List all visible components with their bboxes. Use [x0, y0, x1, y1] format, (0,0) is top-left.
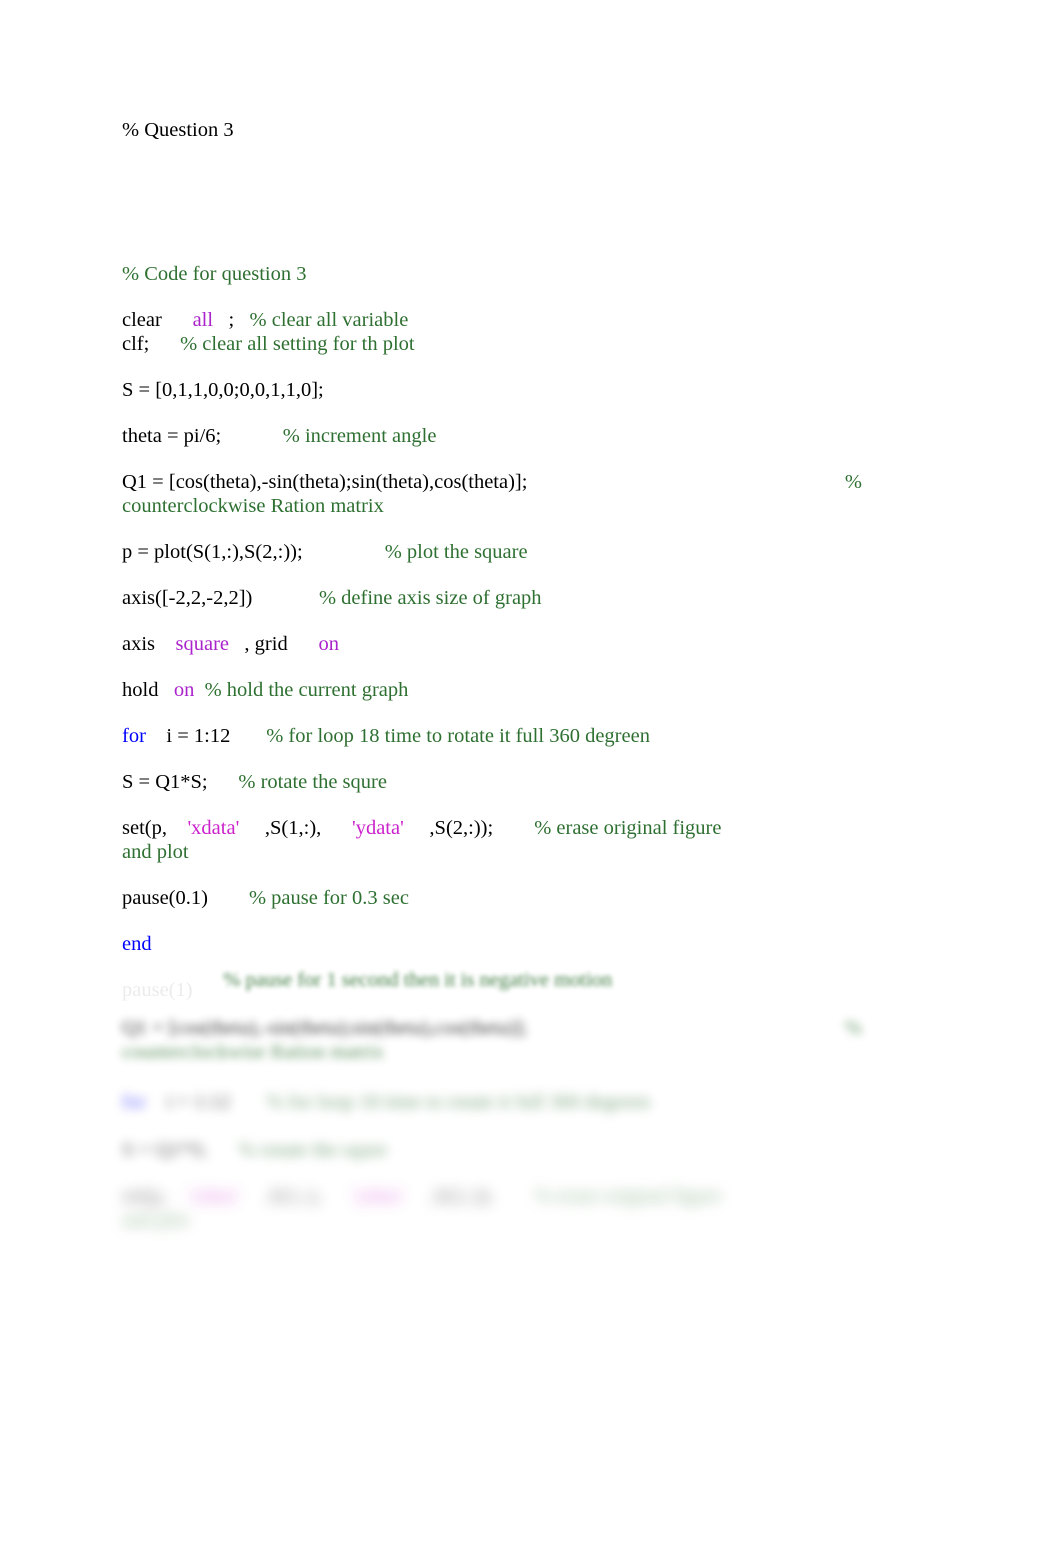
blurred-rotate-body: S = Q1*S; % rotate the squre: [122, 1138, 862, 1162]
rotate-line: S = Q1*S; % rotate the squre: [122, 770, 862, 794]
blurred-set-mid2-code: ,S(2,:));: [429, 1185, 494, 1207]
blurred-set-xdata-string: 'xdata': [187, 1185, 240, 1207]
hold-comment: % hold the current graph: [204, 679, 409, 701]
end-line: end: [122, 932, 862, 956]
question-title: % Question 3: [122, 118, 862, 142]
blurred-set-region: set(p, 'xdata' ,S(1,:), 'ydata' ,S(2,:))…: [0, 1184, 1062, 1246]
blurred-set-open-code: set(p,: [122, 1185, 167, 1207]
clf-comment: % clear all setting for th plot: [180, 333, 415, 355]
set-mid1-code: ,S(1,:),: [264, 817, 322, 839]
blurred-for-range-code: i = 1:12: [166, 1091, 231, 1113]
set-xdata-string: 'xdata': [187, 817, 240, 839]
plot-comment: % plot the square: [384, 541, 528, 563]
document-body: % Question 3 % Code for question 3 clear…: [122, 118, 862, 1024]
theta-code: theta = pi/6;: [122, 425, 222, 447]
rotate-comment: % rotate the squre: [238, 771, 387, 793]
clf-keyword: clf;: [122, 333, 150, 355]
pause-line: pause(0.1) % pause for 0.3 sec: [122, 886, 862, 910]
axis-keyword: axis: [122, 633, 156, 655]
for-line: for i = 1:12 % for loop 18 time to rotat…: [122, 724, 862, 748]
q1-line: % Q1 = [cos(theta),-sin(theta);sin(theta)…: [122, 470, 862, 518]
set-line: set(p, 'xdata' ,S(1,:), 'ydata' ,S(2,:))…: [122, 816, 862, 864]
title-spacer: [122, 164, 862, 262]
q1-comment-wrap: counterclockwise Ration matrix: [122, 495, 384, 517]
theta-line: theta = pi/6; % increment angle: [122, 424, 862, 448]
for-keyword: for: [122, 725, 146, 747]
q1-percent: %: [844, 471, 862, 493]
blurred-rotate-line: S = Q1*S; % rotate the squre: [122, 1138, 862, 1162]
axis-square-option: square: [175, 633, 230, 655]
blurred-pause1-comment-body: pause(1) % pause for 1 second then it is…: [122, 968, 862, 1010]
for-comment: % for loop 18 time to rotate it full 360…: [266, 725, 650, 747]
axis-size-line: axis([-2,2,-2,2]) % define axis size of …: [122, 586, 862, 610]
blurred-for-comment: % for loop 18 time to rotate it full 360…: [266, 1091, 650, 1113]
blurred-set-comment: % erase original figure: [534, 1185, 722, 1207]
blurred-set-ydata-string: 'ydata': [352, 1185, 404, 1207]
clear-comment: % clear all variable: [249, 309, 409, 331]
blurred-pause1-line: pause(1) % pause for 1 second then it is…: [122, 968, 862, 992]
rotate-code: S = Q1*S;: [122, 771, 208, 793]
section-comment: % Code for question 3: [122, 263, 307, 285]
blur-mask-left: [0, 968, 212, 1010]
document-page: % Question 3 % Code for question 3 clear…: [0, 0, 1062, 1561]
plot-line: p = plot(S(1,:),S(2,:)); % plot the squa…: [122, 540, 862, 564]
hold-on-option: on: [173, 679, 195, 701]
axis-square-line: axis square , grid on: [122, 632, 862, 656]
pause-code: pause(0.1): [122, 887, 208, 909]
blurred-set-comment-wrap: and plot: [122, 1209, 189, 1231]
clf-line: clf; % clear all setting for th plot: [122, 332, 862, 356]
grid-keyword: , grid: [244, 633, 288, 655]
blurred-q1-body: % Q1 = [cos(theta),-sin(theta);sin(theta)…: [122, 1016, 862, 1064]
grid-on-option: on: [318, 633, 339, 655]
blurred-rotate-region: S = Q1*S; % rotate the squre: [0, 1138, 1062, 1172]
blurred-set-body: set(p, 'xdata' ,S(1,:), 'ydata' ,S(2,:))…: [122, 1184, 862, 1232]
hold-line: hold on % hold the current graph: [122, 678, 862, 702]
theta-comment: % increment angle: [282, 425, 437, 447]
clear-line: clear all ; % clear all variable: [122, 308, 862, 332]
set-ydata-string: 'ydata': [352, 817, 404, 839]
blurred-pause1-comment: % pause for 1 second then it is negative…: [223, 969, 613, 991]
blurred-set-line: set(p, 'xdata' ,S(1,:), 'ydata' ,S(2,:))…: [122, 1184, 862, 1232]
blurred-for-region: for i = 1:12 % for loop 18 time to rotat…: [0, 1090, 1062, 1124]
end-keyword: end: [122, 933, 152, 955]
blurred-set-mid1-code: ,S(1,:),: [264, 1185, 322, 1207]
axis-size-code: axis([-2,2,-2,2]): [122, 587, 253, 609]
matrix-s-line: S = [0,1,1,0,0;0,0,1,1,0];: [122, 378, 862, 402]
clear-keyword: clear: [122, 309, 162, 331]
pause-comment: % pause for 0.3 sec: [248, 887, 409, 909]
blurred-q1-line: % Q1 = [cos(theta),-sin(theta);sin(theta)…: [122, 1016, 862, 1064]
blurred-for-keyword: for: [122, 1091, 146, 1113]
blurred-rotate-code: S = Q1*S;: [122, 1139, 208, 1161]
set-mid2-code: ,S(2,:));: [429, 817, 494, 839]
set-open-code: set(p,: [122, 817, 167, 839]
blurred-rotate-comment: % rotate the squre: [238, 1139, 387, 1161]
blurred-q1-region: % Q1 = [cos(theta),-sin(theta);sin(theta)…: [0, 1016, 1062, 1078]
set-comment: % erase original figure: [534, 817, 722, 839]
q1-code: Q1 = [cos(theta),-sin(theta);sin(theta),…: [122, 471, 528, 493]
axis-size-comment: % define axis size of graph: [318, 587, 542, 609]
clear-all-option: all: [192, 309, 214, 331]
set-comment-wrap: and plot: [122, 841, 189, 863]
plot-code: p = plot(S(1,:),S(2,:));: [122, 541, 303, 563]
blurred-q1-comment-wrap: counterclockwise Ration matrix: [122, 1041, 384, 1063]
hold-keyword: hold: [122, 679, 159, 701]
blurred-for-body: for i = 1:12 % for loop 18 time to rotat…: [122, 1090, 862, 1114]
blurred-q1-code: Q1 = [cos(theta),-sin(theta);sin(theta),…: [122, 1017, 528, 1039]
for-range-code: i = 1:12: [166, 725, 231, 747]
question-title-text: % Question 3: [122, 119, 234, 141]
blurred-pause1-comment-region: pause(1) % pause for 1 second then it is…: [0, 968, 1062, 1010]
blurred-for-line: for i = 1:12 % for loop 18 time to rotat…: [122, 1090, 862, 1114]
clear-semicolon: ;: [228, 309, 235, 331]
matrix-s-code: S = [0,1,1,0,0;0,0,1,1,0];: [122, 379, 324, 401]
blurred-q1-percent: %: [844, 1017, 862, 1039]
